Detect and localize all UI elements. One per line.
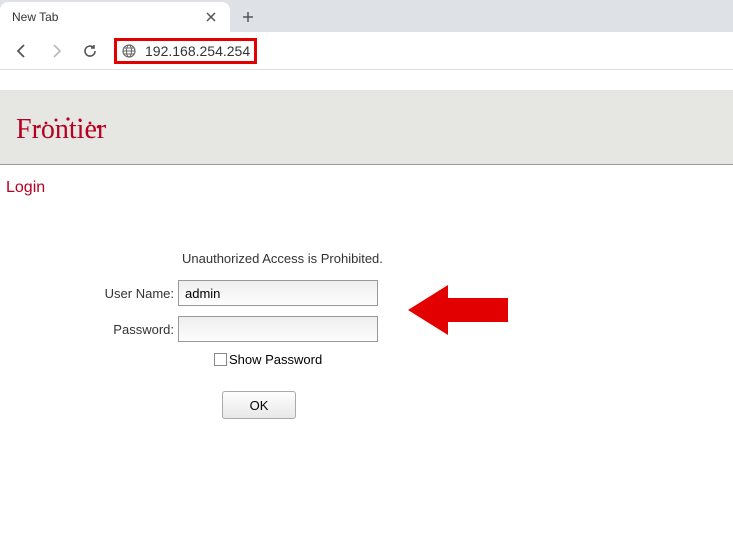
browser-toolbar: 192.168.254.254 <box>0 32 733 70</box>
forward-button[interactable] <box>42 37 70 65</box>
globe-icon <box>121 43 137 59</box>
username-field[interactable] <box>178 280 378 306</box>
show-password-label: Show Password <box>229 352 322 367</box>
address-highlight-box: 192.168.254.254 <box>114 38 257 64</box>
ok-button[interactable]: OK <box>222 391 296 419</box>
header-banner: Frontier <box>0 90 733 165</box>
warning-text: Unauthorized Access is Prohibited. <box>182 251 490 266</box>
logo-dots-icon <box>34 106 104 138</box>
browser-tab-strip: New Tab <box>0 0 733 32</box>
close-tab-icon[interactable] <box>204 10 218 24</box>
username-label: User Name: <box>90 286 178 301</box>
tab-title: New Tab <box>12 10 204 24</box>
login-form: Unauthorized Access is Prohibited. User … <box>90 251 490 419</box>
page-title: Login <box>0 165 733 211</box>
show-password-checkbox[interactable] <box>214 353 227 366</box>
page-content: Frontier Login Unauthorized Access is Pr… <box>0 70 733 419</box>
password-label: Password: <box>90 322 178 337</box>
address-text: 192.168.254.254 <box>145 43 250 59</box>
reload-button[interactable] <box>76 37 104 65</box>
brand-logo: Frontier <box>16 114 106 146</box>
new-tab-button[interactable] <box>230 2 266 32</box>
browser-tab[interactable]: New Tab <box>0 2 230 32</box>
address-bar[interactable]: 192.168.254.254 <box>110 38 725 64</box>
password-field[interactable] <box>178 316 378 342</box>
back-button[interactable] <box>8 37 36 65</box>
